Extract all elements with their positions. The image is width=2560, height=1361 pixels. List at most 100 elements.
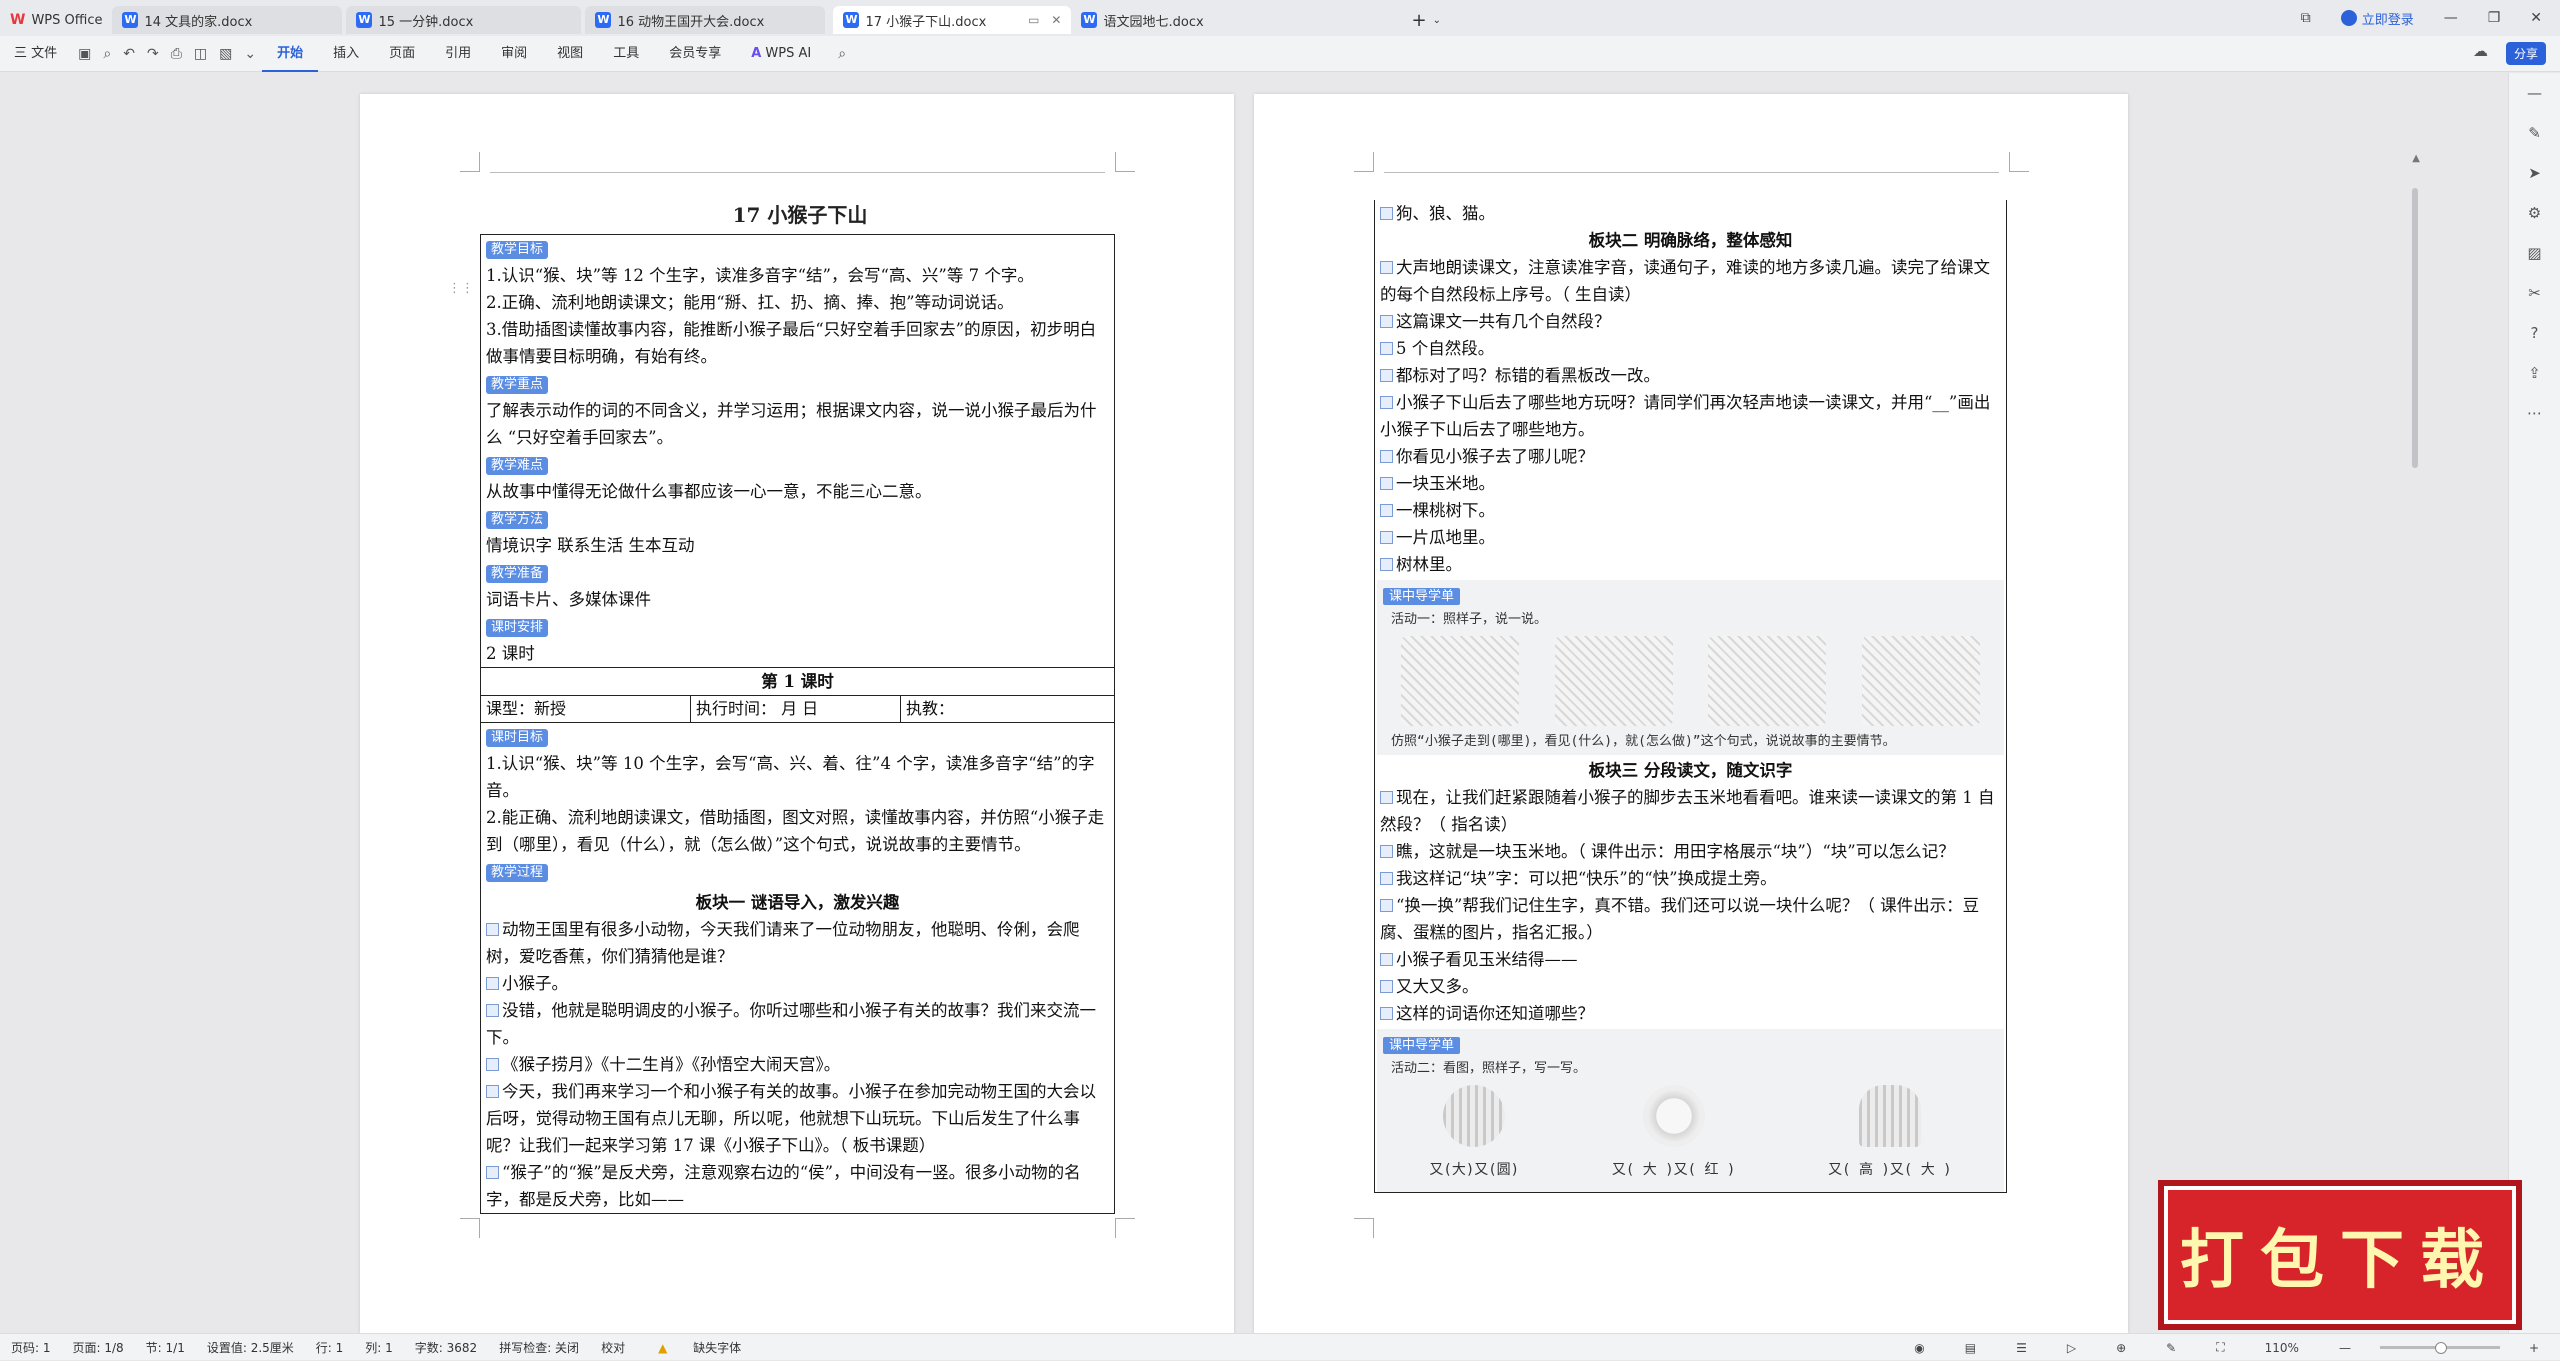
more-chevron-icon[interactable]: ⌄ [238,36,262,72]
format-icon[interactable]: ▧ [213,36,238,72]
status-page[interactable]: 页码: 1 [0,1339,62,1356]
more-icon[interactable]: ⋯ [2509,393,2560,433]
key-text: 了解表示动作的词的不同含义，并学习运用；根据课文内容，说一说小猴子最后为什么 “… [486,401,1097,447]
chevron-down-icon: ⌄ [1432,14,1441,26]
corn-field-picture [1400,636,1519,726]
teacher-icon [1380,1007,1393,1020]
share-button[interactable]: 分享 [2505,42,2546,65]
fit-icon[interactable]: ⛶ [2205,1340,2235,1355]
page-view-icon[interactable]: ▤ [1954,1341,1987,1355]
section-badge: 教学方法 [486,511,549,529]
status-setting[interactable]: 设置值: 2.5厘米 [196,1339,305,1356]
status-font[interactable]: ▲ 缺失字体 [636,1339,763,1356]
header-line [1384,172,1999,173]
restore-icon[interactable]: ❐ [2488,10,2501,26]
menu-wps-ai[interactable]: A WPS AI [736,36,826,72]
pen-icon[interactable]: ✎ [2509,113,2560,153]
crop-mark [1354,1218,1374,1238]
paragraph: 5 个自然段。 [1380,335,2001,362]
activity-text: 活动二：看图，照样子，写一写。 [1391,1061,1587,1076]
method-text: 情境识字 联系生活 生本互动 [486,536,695,555]
web-view-icon[interactable]: ⊕ [2105,1341,2137,1355]
login-button[interactable]: 立即登录 [2340,9,2414,28]
student-icon [1380,477,1393,490]
status-words[interactable]: 字数: 3682 [404,1339,488,1356]
search-replace-icon[interactable]: ⌕ [97,36,117,72]
tab-doc[interactable]: W 16 动物王国开大会.docx [585,6,826,34]
menu-page[interactable]: 页面 [374,36,430,72]
image-icon[interactable]: ▨ [2509,233,2560,273]
goal-text: 2.正确、流利地朗读课文；能用“掰、扛、扔、摘、捧、抱”等动词说话。 [486,293,1014,312]
share-side-icon[interactable]: ⇪ [2509,353,2560,393]
page-left: 17 小猴子下山 教学目标 1.认识“猴、块”等 12 个生字，读准多音字“结”… [360,94,1234,1334]
tab-doc-active[interactable]: W 17 小猴子下山.docx ▭ ✕ [833,6,1072,34]
status-row[interactable]: 行: 1 [305,1339,355,1356]
close-icon[interactable]: ✕ [1051,13,1061,27]
guide-badge: 课中导学单 [1383,1037,1461,1054]
menu-member[interactable]: 会员专享 [654,36,736,72]
menu-home[interactable]: 开始 [262,36,319,72]
help-icon[interactable]: ? [2509,313,2560,353]
undo-icon[interactable]: ↶ [117,36,141,72]
tab-doc[interactable]: W 语文园地七.docx [1071,6,1291,34]
tab-doc[interactable]: W 15 一分钟.docx [346,6,582,34]
tab-label: WPS Office [31,12,103,28]
search-icon[interactable]: ⌕ [832,36,852,72]
section-badge: 教学目标 [486,241,549,259]
edit-icon[interactable]: ✎ [2155,1341,2187,1355]
status-proof[interactable]: 校对 [590,1339,636,1356]
zoom-out-icon[interactable]: — [2328,1341,2362,1355]
tools-icon[interactable]: ✂ [2509,273,2560,313]
zoom-in-icon[interactable]: + [2518,1341,2550,1355]
outline-icon[interactable]: ☰ [2005,1341,2038,1355]
tab-home[interactable]: W WPS Office [0,6,112,34]
paragraph: 一块玉米地。 [1380,470,2001,497]
status-spell[interactable]: 拼写检查: 关闭 [488,1339,590,1356]
goal-text: 1.认识“猴、块”等 12 个生字，读准多音字“结”，会写“高、兴”等 7 个字… [486,266,1034,285]
tab-doc[interactable]: W 14 文具的家.docx [112,6,343,34]
menu-file[interactable]: 三 文件 [0,36,72,72]
menu-view[interactable]: 视图 [542,36,598,72]
new-tab-button[interactable]: + ⌄ [1401,6,1450,34]
student-icon [1380,531,1393,544]
preview-icon[interactable]: ◫ [188,36,213,72]
close-window-icon[interactable]: ✕ [2530,10,2542,26]
menu-reference[interactable]: 引用 [430,36,486,72]
status-pages[interactable]: 页面: 1/8 [62,1339,135,1356]
lesson-plan-table[interactable]: 教学目标 1.认识“猴、块”等 12 个生字，读准多音字“结”，会写“高、兴”等… [480,234,1115,1214]
lesson-plan-table-cont[interactable]: 狗、狼、猫。 板块二 明确脉络，整体感知 大声地朗读课文，注意读准字音，读通句子… [1374,200,2007,1193]
cursor-icon[interactable]: ➤ [2509,153,2560,193]
status-section[interactable]: 节: 1/1 [135,1339,196,1356]
student-icon [1380,207,1393,220]
status-col[interactable]: 列: 1 [354,1339,404,1356]
download-promo-stamp[interactable]: 打包下载 [2158,1180,2522,1330]
paragraph: 树林里。 [1380,551,2001,578]
play-icon[interactable]: ▷ [2056,1341,2087,1355]
save-icon[interactable]: ▣ [72,36,97,72]
menu-review[interactable]: 审阅 [486,36,542,72]
print-icon[interactable]: ⎙ [165,36,188,72]
menu-tools[interactable]: 工具 [598,36,654,72]
avatar-icon [2340,10,2357,26]
window-icon[interactable]: ▭ [1028,13,1039,27]
vertical-scrollbar[interactable] [2412,188,2418,468]
settings-icon[interactable]: ⚙ [2509,193,2560,233]
student-icon [1380,872,1393,885]
zoom-slider[interactable] [2379,1342,2500,1354]
lesson-type: 课型：新授 [481,696,691,722]
minimize-icon[interactable]: — [2444,10,2458,26]
paragraph: 你看见小猴子去了哪儿呢？ [1380,443,2001,470]
tile-icon[interactable]: ⧉ [2301,10,2311,26]
eye-icon[interactable]: ◉ [1903,1341,1935,1355]
drag-handle-icon[interactable]: ⋮⋮ [448,281,474,296]
paragraph: 都标对了吗？标错的看黑板改一改。 [1380,362,2001,389]
redo-icon[interactable]: ↷ [141,36,165,72]
fruit-row: 又(大)又(圆) 又( 大 )又( 红 ) 又( 高 )又( 大 ) [1383,1080,1998,1190]
cloud-sync-icon[interactable]: ☁ [2473,42,2488,60]
zoom-level[interactable]: 110% [2254,1341,2310,1355]
peach-tree-picture [1554,636,1673,726]
menu-insert[interactable]: 插入 [318,36,374,72]
scroll-up-icon[interactable]: ▲ [2412,153,2420,164]
collapse-icon[interactable]: — [2509,73,2560,113]
crop-mark [2009,152,2029,172]
